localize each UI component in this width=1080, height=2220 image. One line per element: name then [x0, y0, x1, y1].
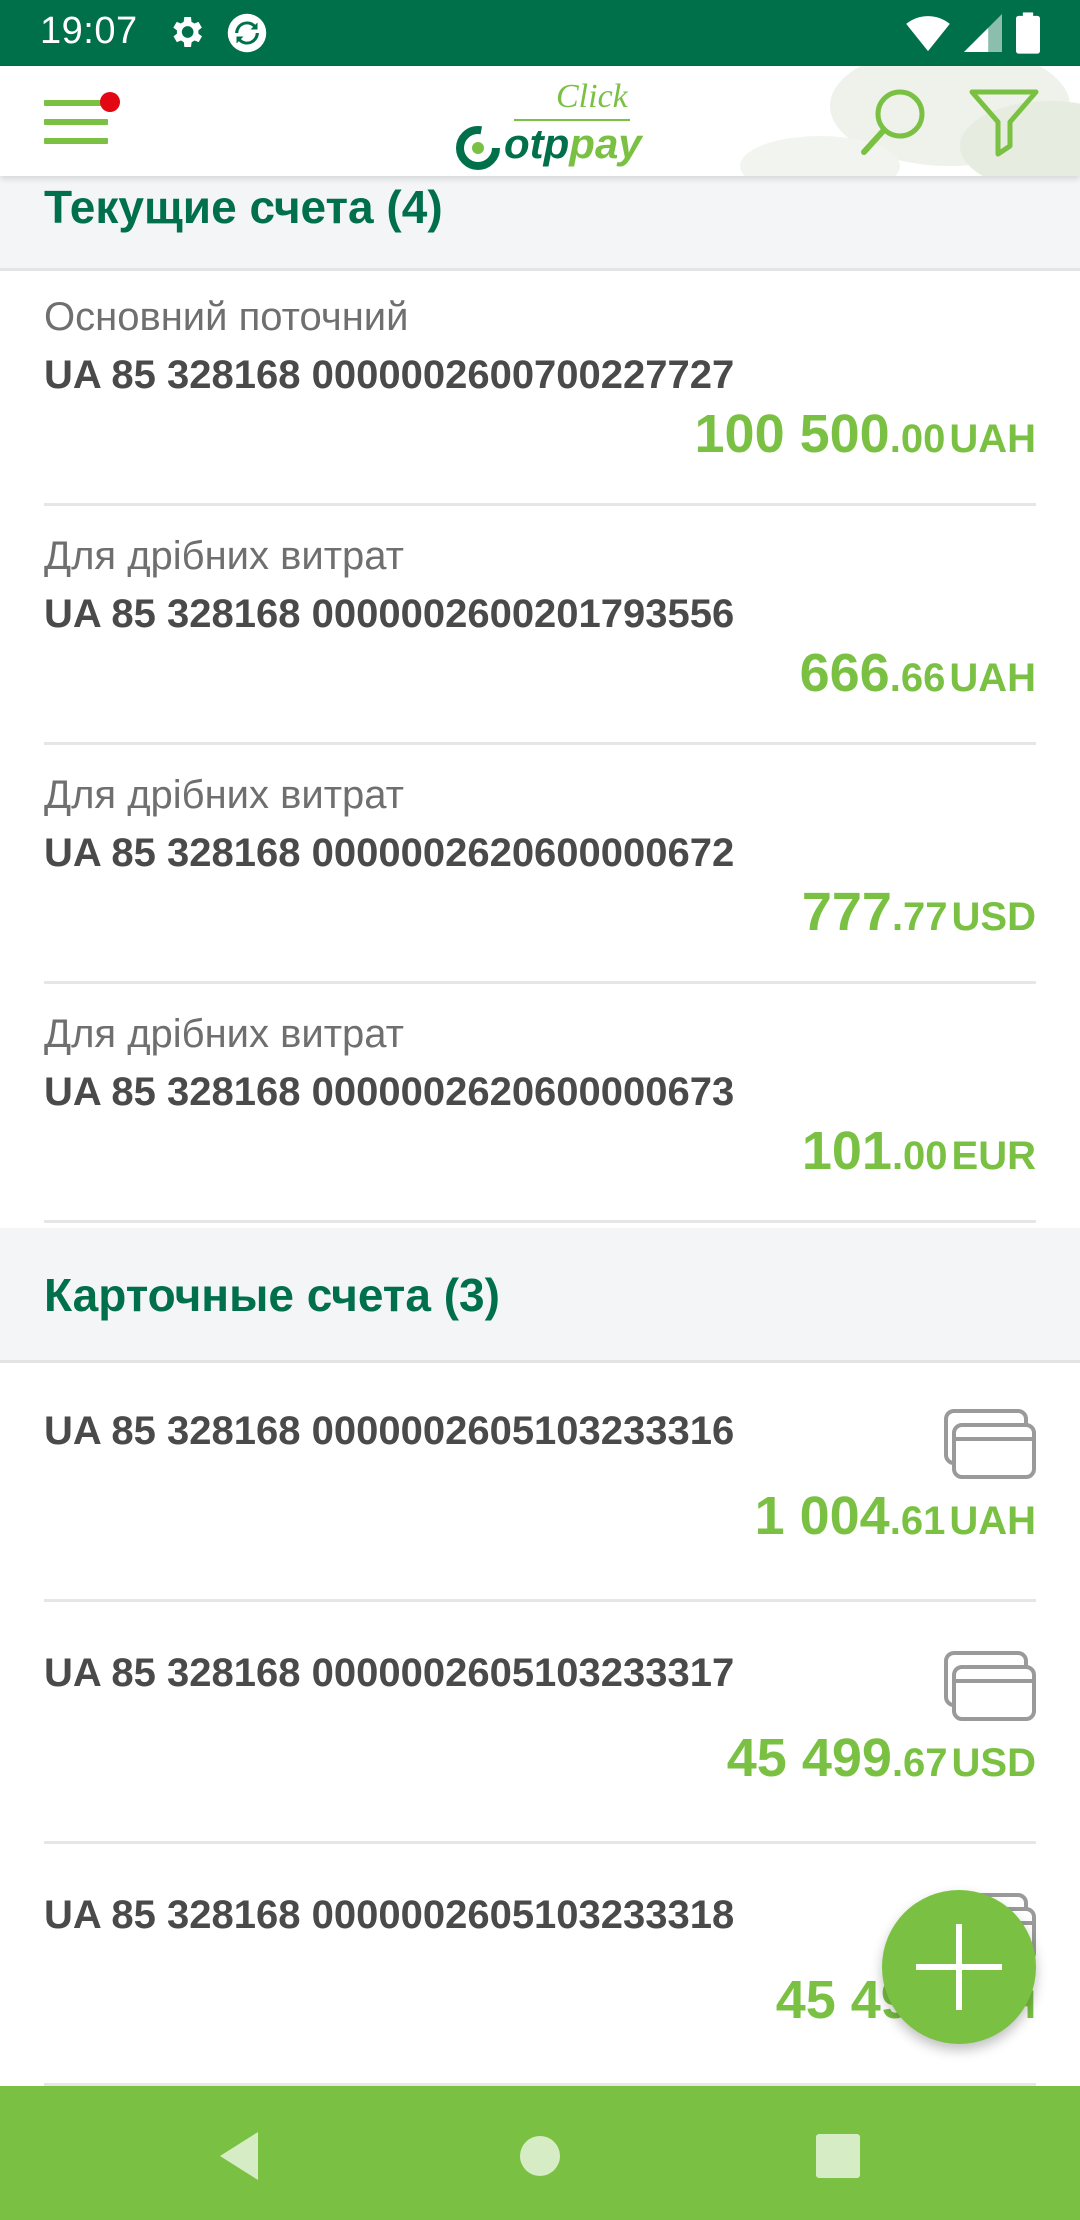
battery-icon: [1016, 12, 1040, 59]
cards-icon: [944, 1651, 1036, 1721]
account-name: Для дрібних витрат: [44, 1012, 404, 1056]
navigation-bar: [0, 2086, 1080, 2220]
account-iban: UA 85 328168 0000002605103233316: [44, 1409, 735, 1453]
back-icon: [220, 2132, 258, 2180]
home-button[interactable]: [510, 2126, 570, 2186]
search-icon: [861, 89, 925, 155]
section-title-current: Текущие счета (4): [44, 181, 443, 233]
account-name: Основний поточний: [44, 295, 409, 339]
accounts-list: Текущие счета (4) Основний поточний UA 8…: [0, 176, 1080, 2086]
account-balance: 777.77 USD: [801, 882, 1036, 942]
account-item[interactable]: Для дрібних витрат UA 85 328168 00000026…: [0, 988, 1080, 1226]
signal-icon: [964, 14, 1002, 57]
account-item[interactable]: Для дрібних витрат UA 85 328168 00000026…: [0, 510, 1080, 748]
account-balance: 101.00 EUR: [801, 1121, 1036, 1181]
filter-icon: [969, 89, 1039, 157]
logo-pay-text: pay: [569, 120, 642, 167]
section-header-cards: Карточные счета (3): [0, 1228, 1080, 1362]
section-header-current: Текущие счета (4): [0, 176, 1080, 270]
account-iban: UA 85 328168 0000002620600000672: [44, 831, 735, 875]
account-balance: 1 004.61 UAH: [754, 1486, 1036, 1546]
account-name: Для дрібних витрат: [44, 534, 404, 578]
account-name: Для дрібних витрат: [44, 773, 404, 817]
status-time: 19:07: [40, 10, 138, 52]
account-balance: 666.66 UAH: [799, 643, 1036, 703]
cards-icon: [944, 1409, 1036, 1479]
menu-icon: [44, 100, 108, 106]
account-item[interactable]: Основний поточний UA 85 328168 000000260…: [0, 271, 1080, 509]
app-header: Click otppay: [0, 66, 1080, 176]
gear-icon: [166, 12, 206, 59]
recents-icon: [816, 2134, 860, 2178]
status-bar: 19:07: [0, 0, 1080, 66]
section-title-cards: Карточные счета (3): [44, 1269, 500, 1321]
account-balance: 45 499.67 USD: [726, 1728, 1036, 1788]
logo-click-text: Click: [556, 78, 628, 115]
recents-button[interactable]: [808, 2126, 868, 2186]
account-balance: 100 500.00 UAH: [694, 404, 1036, 464]
logo-otp-text: otp: [504, 120, 570, 167]
menu-button[interactable]: [40, 92, 120, 152]
otpay-click-logo: Click otppay: [452, 74, 642, 174]
back-button[interactable]: [210, 2126, 270, 2186]
notification-dot: [100, 92, 120, 112]
account-iban: UA 85 328168 0000002605103233318: [44, 1893, 735, 1937]
account-iban: UA 85 328168 0000002600201793556: [44, 592, 735, 636]
wifi-icon: [906, 13, 950, 58]
account-item[interactable]: Для дрібних витрат UA 85 328168 00000026…: [0, 749, 1080, 987]
home-icon: [520, 2136, 560, 2176]
sync-icon: [226, 12, 268, 59]
account-iban: UA 85 328168 0000002600700227727: [44, 353, 735, 397]
account-iban: UA 85 328168 0000002605103233317: [44, 1651, 735, 1695]
card-account-item[interactable]: UA 85 328168 0000002605103233317 45 499.…: [0, 1605, 1080, 1846]
card-account-item[interactable]: UA 85 328168 0000002605103233316 1 004.6…: [0, 1363, 1080, 1604]
add-button[interactable]: [882, 1890, 1036, 2044]
search-button[interactable]: [856, 84, 932, 160]
account-iban: UA 85 328168 0000002620600000673: [44, 1070, 735, 1114]
otp-logo-mark: [456, 126, 500, 170]
filter-button[interactable]: [966, 84, 1042, 160]
